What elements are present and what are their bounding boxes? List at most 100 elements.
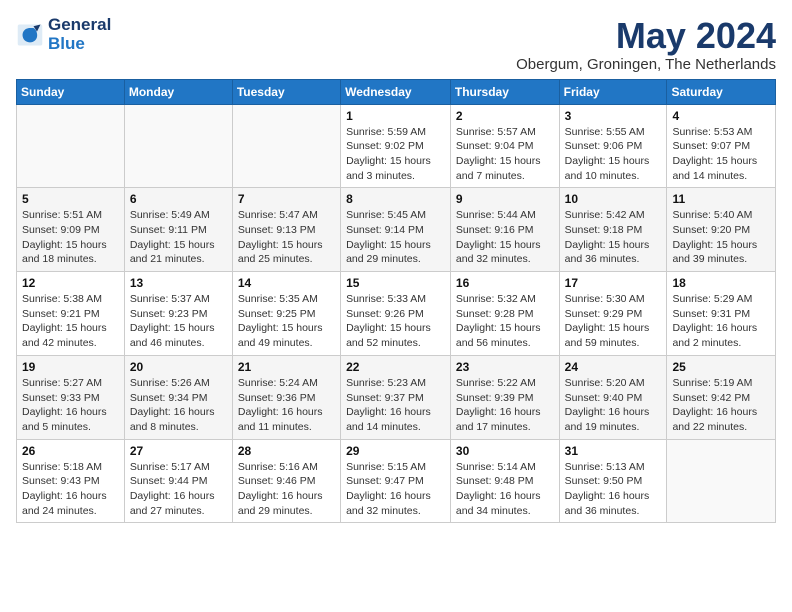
day-info: Sunrise: 5:20 AM Sunset: 9:40 PM Dayligh… [565, 376, 662, 435]
day-info: Sunrise: 5:51 AM Sunset: 9:09 PM Dayligh… [22, 208, 119, 267]
day-info: Sunrise: 5:16 AM Sunset: 9:46 PM Dayligh… [238, 460, 335, 519]
day-cell [232, 104, 340, 188]
logo-general: General [48, 16, 111, 35]
day-number: 30 [456, 444, 554, 458]
day-cell: 17 Sunrise: 5:30 AM Sunset: 9:29 PM Dayli… [559, 272, 667, 356]
day-info: Sunrise: 5:42 AM Sunset: 9:18 PM Dayligh… [565, 208, 662, 267]
day-number: 29 [346, 444, 445, 458]
day-info: Sunrise: 5:44 AM Sunset: 9:16 PM Dayligh… [456, 208, 554, 267]
day-cell: 19 Sunrise: 5:27 AM Sunset: 9:33 PM Dayli… [17, 355, 125, 439]
day-number: 22 [346, 360, 445, 374]
calendar-header-row: SundayMondayTuesdayWednesdayThursdayFrid… [17, 79, 776, 104]
day-cell: 27 Sunrise: 5:17 AM Sunset: 9:44 PM Dayli… [124, 439, 232, 523]
day-info: Sunrise: 5:49 AM Sunset: 9:11 PM Dayligh… [130, 208, 227, 267]
day-number: 10 [565, 192, 662, 206]
day-cell: 18 Sunrise: 5:29 AM Sunset: 9:31 PM Dayli… [667, 272, 776, 356]
month-title: May 2024 [516, 16, 776, 56]
logo-blue: Blue [48, 35, 111, 54]
day-info: Sunrise: 5:30 AM Sunset: 9:29 PM Dayligh… [565, 292, 662, 351]
day-info: Sunrise: 5:59 AM Sunset: 9:02 PM Dayligh… [346, 125, 445, 184]
day-number: 23 [456, 360, 554, 374]
day-number: 15 [346, 276, 445, 290]
day-cell: 7Sunrise: 5:47 AM Sunset: 9:13 PM Daylig… [232, 188, 340, 272]
day-number: 3 [565, 109, 662, 123]
day-info: Sunrise: 5:23 AM Sunset: 9:37 PM Dayligh… [346, 376, 445, 435]
day-cell: 20 Sunrise: 5:26 AM Sunset: 9:34 PM Dayli… [124, 355, 232, 439]
day-number: 16 [456, 276, 554, 290]
header-saturday: Saturday [667, 79, 776, 104]
day-number: 18 [672, 276, 770, 290]
day-info: Sunrise: 5:33 AM Sunset: 9:26 PM Dayligh… [346, 292, 445, 351]
day-number: 1 [346, 109, 445, 123]
day-cell: 30 Sunrise: 5:14 AM Sunset: 9:48 PM Dayli… [450, 439, 559, 523]
day-cell: 4Sunrise: 5:53 AM Sunset: 9:07 PM Daylig… [667, 104, 776, 188]
day-cell: 11 Sunrise: 5:40 AM Sunset: 9:20 PM Dayli… [667, 188, 776, 272]
week-row-4: 19 Sunrise: 5:27 AM Sunset: 9:33 PM Dayli… [17, 355, 776, 439]
day-cell: 16Sunrise: 5:32 AM Sunset: 9:28 PM Dayli… [450, 272, 559, 356]
day-info: Sunrise: 5:26 AM Sunset: 9:34 PM Dayligh… [130, 376, 227, 435]
week-row-2: 5 Sunrise: 5:51 AM Sunset: 9:09 PM Daylig… [17, 188, 776, 272]
day-number: 17 [565, 276, 662, 290]
day-number: 31 [565, 444, 662, 458]
day-number: 28 [238, 444, 335, 458]
day-cell: 25Sunrise: 5:19 AM Sunset: 9:42 PM Dayli… [667, 355, 776, 439]
day-cell: 26 Sunrise: 5:18 AM Sunset: 9:43 PM Dayli… [17, 439, 125, 523]
day-number: 13 [130, 276, 227, 290]
day-cell [667, 439, 776, 523]
day-number: 14 [238, 276, 335, 290]
header: General Blue May 2024 Obergum, Groningen… [16, 16, 776, 73]
day-number: 24 [565, 360, 662, 374]
day-cell: 29Sunrise: 5:15 AM Sunset: 9:47 PM Dayli… [341, 439, 451, 523]
day-cell: 24 Sunrise: 5:20 AM Sunset: 9:40 PM Dayli… [559, 355, 667, 439]
calendar-table: SundayMondayTuesdayWednesdayThursdayFrid… [16, 79, 776, 524]
day-cell: 5 Sunrise: 5:51 AM Sunset: 9:09 PM Daylig… [17, 188, 125, 272]
week-row-1: 1 Sunrise: 5:59 AM Sunset: 9:02 PM Daylig… [17, 104, 776, 188]
day-info: Sunrise: 5:17 AM Sunset: 9:44 PM Dayligh… [130, 460, 227, 519]
day-info: Sunrise: 5:22 AM Sunset: 9:39 PM Dayligh… [456, 376, 554, 435]
day-info: Sunrise: 5:19 AM Sunset: 9:42 PM Dayligh… [672, 376, 770, 435]
day-cell: 13Sunrise: 5:37 AM Sunset: 9:23 PM Dayli… [124, 272, 232, 356]
week-row-3: 12Sunrise: 5:38 AM Sunset: 9:21 PM Dayli… [17, 272, 776, 356]
day-info: Sunrise: 5:13 AM Sunset: 9:50 PM Dayligh… [565, 460, 662, 519]
day-cell: 12Sunrise: 5:38 AM Sunset: 9:21 PM Dayli… [17, 272, 125, 356]
day-cell: 22 Sunrise: 5:23 AM Sunset: 9:37 PM Dayli… [341, 355, 451, 439]
day-number: 26 [22, 444, 119, 458]
day-info: Sunrise: 5:35 AM Sunset: 9:25 PM Dayligh… [238, 292, 335, 351]
day-info: Sunrise: 5:57 AM Sunset: 9:04 PM Dayligh… [456, 125, 554, 184]
header-monday: Monday [124, 79, 232, 104]
day-cell: 1 Sunrise: 5:59 AM Sunset: 9:02 PM Daylig… [341, 104, 451, 188]
day-number: 19 [22, 360, 119, 374]
day-number: 27 [130, 444, 227, 458]
day-cell: 15 Sunrise: 5:33 AM Sunset: 9:26 PM Dayli… [341, 272, 451, 356]
day-number: 8 [346, 192, 445, 206]
day-info: Sunrise: 5:38 AM Sunset: 9:21 PM Dayligh… [22, 292, 119, 351]
day-number: 6 [130, 192, 227, 206]
day-info: Sunrise: 5:29 AM Sunset: 9:31 PM Dayligh… [672, 292, 770, 351]
day-number: 20 [130, 360, 227, 374]
day-cell: 6 Sunrise: 5:49 AM Sunset: 9:11 PM Daylig… [124, 188, 232, 272]
location-title: Obergum, Groningen, The Netherlands [516, 56, 776, 73]
day-info: Sunrise: 5:27 AM Sunset: 9:33 PM Dayligh… [22, 376, 119, 435]
week-row-5: 26 Sunrise: 5:18 AM Sunset: 9:43 PM Dayli… [17, 439, 776, 523]
day-number: 4 [672, 109, 770, 123]
logo-icon [16, 21, 44, 49]
day-info: Sunrise: 5:47 AM Sunset: 9:13 PM Dayligh… [238, 208, 335, 267]
day-info: Sunrise: 5:14 AM Sunset: 9:48 PM Dayligh… [456, 460, 554, 519]
day-cell: 31 Sunrise: 5:13 AM Sunset: 9:50 PM Dayli… [559, 439, 667, 523]
day-cell: 21Sunrise: 5:24 AM Sunset: 9:36 PM Dayli… [232, 355, 340, 439]
day-number: 9 [456, 192, 554, 206]
day-cell [124, 104, 232, 188]
day-cell: 3 Sunrise: 5:55 AM Sunset: 9:06 PM Daylig… [559, 104, 667, 188]
logo: General Blue [16, 16, 111, 53]
day-number: 2 [456, 109, 554, 123]
day-number: 11 [672, 192, 770, 206]
day-number: 5 [22, 192, 119, 206]
header-tuesday: Tuesday [232, 79, 340, 104]
day-info: Sunrise: 5:55 AM Sunset: 9:06 PM Dayligh… [565, 125, 662, 184]
day-cell [17, 104, 125, 188]
day-info: Sunrise: 5:18 AM Sunset: 9:43 PM Dayligh… [22, 460, 119, 519]
day-cell: 10 Sunrise: 5:42 AM Sunset: 9:18 PM Dayli… [559, 188, 667, 272]
day-info: Sunrise: 5:40 AM Sunset: 9:20 PM Dayligh… [672, 208, 770, 267]
header-sunday: Sunday [17, 79, 125, 104]
day-cell: 8Sunrise: 5:45 AM Sunset: 9:14 PM Daylig… [341, 188, 451, 272]
